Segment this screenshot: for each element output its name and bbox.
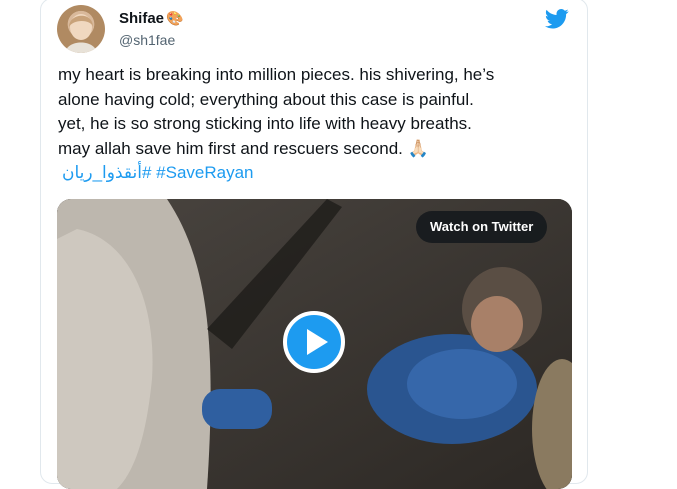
tweet-text-line: my heart is breaking into million pieces…	[58, 65, 495, 84]
play-icon	[307, 329, 328, 355]
tweet-text-line: yet, he is so strong sticking into life …	[58, 114, 472, 133]
author-name[interactable]: Shifae	[119, 10, 164, 27]
hashtag-arabic[interactable]: #أنقذوا_ريان	[62, 163, 151, 182]
tweet-text-line: may allah save him first and rescuers se…	[58, 138, 429, 158]
hashtag-row: #أنقذوا_ريان #SaveRayan	[58, 161, 578, 186]
video-player[interactable]: Watch on Twitter	[57, 199, 572, 489]
tweet-text-line: alone having cold; everything about this…	[58, 89, 474, 109]
hashtag-saverayan[interactable]: #SaveRayan	[156, 163, 253, 182]
avatar[interactable]	[57, 5, 105, 53]
author-handle[interactable]: @sh1fae	[119, 32, 175, 48]
palette-emoji: 🎨	[166, 10, 184, 26]
watch-on-twitter-button[interactable]: Watch on Twitter	[416, 211, 548, 243]
play-button[interactable]	[283, 311, 345, 373]
twitter-bird-icon[interactable]	[545, 9, 569, 34]
tweet-card[interactable]: Shifae 🎨 @sh1fae my heart is breaking in…	[40, 0, 588, 489]
tweet-text: my heart is breaking into million pieces…	[58, 63, 578, 186]
